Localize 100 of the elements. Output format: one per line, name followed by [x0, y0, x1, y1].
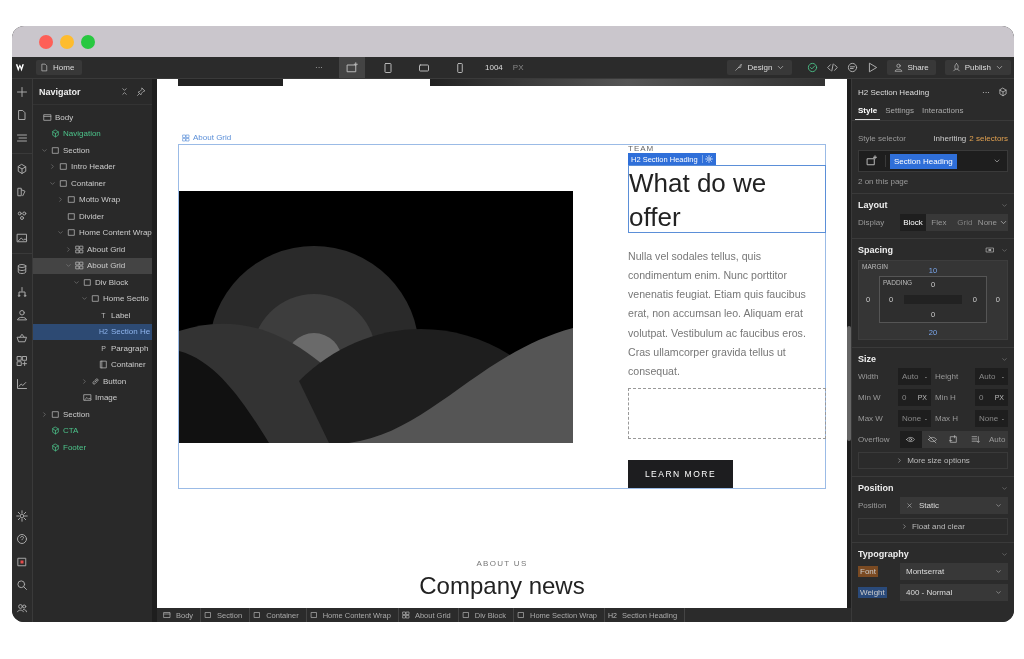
navigator-item[interactable]: Body [33, 109, 152, 126]
navigator-item[interactable]: Button [33, 373, 152, 390]
phone-icon [454, 61, 466, 74]
unit-label: PX [512, 63, 524, 72]
square-icon [91, 294, 100, 304]
tab[interactable]: Interactions [919, 103, 967, 120]
field-label: Display [858, 217, 886, 227]
navigator-item[interactable]: Home Sectio [33, 290, 152, 307]
navigator-item[interactable]: Container [33, 356, 152, 373]
navigator-item[interactable]: Intro Header [33, 158, 152, 175]
caret-icon [993, 157, 1001, 165]
navigator-item[interactable]: Container [33, 175, 152, 192]
drops-icon[interactable] [16, 209, 28, 221]
cube-icon[interactable] [16, 163, 28, 175]
caret-icon [896, 457, 904, 464]
section-heading: Company news [418, 572, 586, 600]
record-icon[interactable] [16, 556, 28, 568]
usage-text: 2 on this page [858, 177, 910, 186]
caret-icon [995, 588, 1002, 596]
people-icon[interactable] [16, 602, 28, 614]
more-button[interactable]: ··· [982, 87, 990, 97]
panel-title: Navigator [39, 86, 82, 97]
grid-icon [75, 261, 84, 271]
position-dropdown[interactable]: Static [900, 496, 1008, 514]
page-icon[interactable] [16, 109, 28, 121]
tab[interactable]: Style [855, 103, 881, 120]
collapse-icon[interactable] [120, 87, 129, 96]
share-button[interactable]: Share [887, 60, 936, 75]
navigator-item[interactable]: Divider [33, 208, 152, 225]
check-icon[interactable] [807, 62, 819, 73]
tablet-icon [382, 61, 394, 74]
chart-icon[interactable] [16, 378, 28, 390]
mode-dropdown[interactable]: Design [727, 60, 793, 75]
navigator-item[interactable]: Section [33, 406, 152, 423]
navigator-item[interactable]: Home Content Wrap [33, 224, 152, 241]
display-option[interactable]: Flex [925, 213, 952, 231]
caret-icon [995, 567, 1002, 575]
device-button[interactable] [339, 57, 365, 78]
columns-icon [971, 434, 981, 444]
add-icon[interactable] [16, 86, 28, 98]
font-dropdown[interactable]: 400 - Normal [900, 583, 1008, 601]
hierarchy-icon[interactable] [16, 286, 28, 298]
grid-icon [75, 244, 84, 254]
float-clear-button[interactable]: Float and clear [858, 518, 1008, 535]
settings-icon[interactable] [16, 510, 28, 522]
inherit-link[interactable]: 2 selectors [969, 133, 1008, 143]
help-icon[interactable] [16, 533, 28, 545]
database-icon[interactable] [16, 263, 28, 275]
container-icon [99, 360, 108, 370]
navigator-item[interactable]: CTA [33, 422, 152, 439]
navigator-item[interactable]: Motto Wrap [33, 191, 152, 208]
padding-icon[interactable] [985, 246, 995, 254]
more-options-button[interactable]: More size options [858, 452, 1008, 469]
navigator-item[interactable]: Div Block [33, 274, 152, 291]
field-label: Height [935, 372, 960, 381]
element-name: H2 Section Heading [858, 87, 931, 97]
section-heading: What do we offer [628, 164, 826, 233]
square-icon [67, 195, 76, 205]
display-option[interactable]: Block [900, 213, 926, 231]
navigator-item[interactable]: Navigation [33, 125, 152, 142]
navigator-item[interactable]: About Grid [33, 257, 152, 274]
navigator-item[interactable]: Footer [33, 439, 152, 456]
navigator-item[interactable]: Section [33, 142, 152, 159]
field-label: Min W [858, 393, 882, 402]
list-icon[interactable] [16, 132, 28, 144]
apps-icon[interactable] [16, 355, 28, 367]
comment-icon[interactable] [847, 62, 859, 73]
element-label: About Grid [182, 133, 232, 142]
cube-icon[interactable] [998, 87, 1008, 97]
navigator-item[interactable]: About Grid [33, 241, 152, 258]
class-chip[interactable]: Section Heading [890, 153, 957, 169]
square-icon [51, 409, 60, 419]
navigator-item[interactable]: Image [33, 389, 152, 406]
field-label: Max W [858, 414, 884, 423]
overflow-option[interactable]: Auto [986, 430, 1008, 448]
square-icon [67, 228, 76, 238]
square-icon [67, 211, 76, 221]
display-option[interactable]: None [977, 213, 1008, 231]
pin-icon[interactable] [137, 87, 146, 96]
scrollbar[interactable] [847, 326, 851, 441]
basket-icon[interactable] [16, 332, 28, 344]
section-title: Spacing [858, 245, 893, 255]
field-label: Width [858, 372, 880, 381]
selector-field[interactable]: Section Heading [858, 150, 1008, 172]
search-icon[interactable] [16, 579, 28, 591]
code-icon[interactable] [827, 62, 839, 73]
play-icon[interactable] [867, 62, 879, 73]
overflow-option[interactable] [900, 430, 922, 448]
page-button[interactable]: Home [36, 60, 83, 75]
image-icon[interactable] [16, 232, 28, 244]
tab[interactable]: Settings [882, 103, 918, 120]
learn-more-button[interactable]: LEARN MORE [628, 459, 733, 488]
font-dropdown[interactable]: Montserrat [900, 562, 1008, 580]
publish-button[interactable]: Publish [944, 60, 1011, 75]
field-label: Font [858, 565, 878, 577]
crop-icon [949, 434, 959, 444]
grid-icon [401, 611, 410, 619]
more-button[interactable]: ··· [315, 63, 323, 72]
user-icon[interactable] [16, 309, 28, 321]
page-icon [40, 63, 49, 72]
